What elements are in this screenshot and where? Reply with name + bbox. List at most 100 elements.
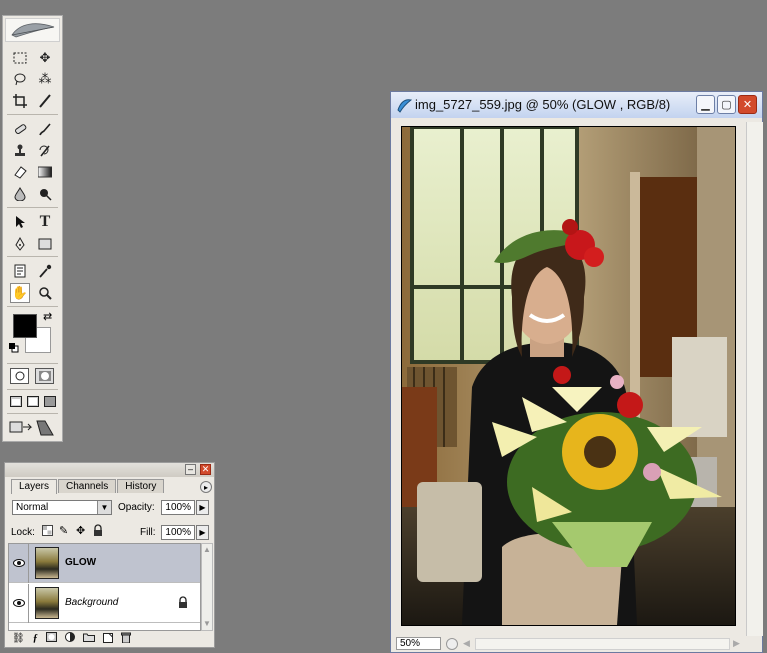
- dodge-icon[interactable]: [35, 184, 55, 204]
- foreground-color-swatch[interactable]: [13, 314, 37, 338]
- crop-icon[interactable]: [10, 91, 30, 111]
- opacity-field[interactable]: 100%: [161, 500, 195, 515]
- tab-history[interactable]: History: [117, 479, 165, 493]
- toolbox-divider: [7, 389, 58, 390]
- layer-divider: [28, 584, 29, 623]
- slice-icon[interactable]: [35, 91, 55, 111]
- clone-stamp-icon[interactable]: [10, 141, 30, 161]
- opacity-label: Opacity:: [118, 502, 155, 513]
- scroll-down-icon[interactable]: ▼: [203, 619, 211, 629]
- palette-menu-icon[interactable]: ▸: [200, 481, 212, 493]
- document-window: img_5727_559.jpg @ 50% (GLOW , RGB/8) ▁ …: [390, 91, 763, 653]
- standard-mode-icon[interactable]: [10, 368, 29, 384]
- shape-icon[interactable]: [35, 234, 55, 254]
- move-icon[interactable]: ✥: [35, 48, 55, 68]
- blur-icon[interactable]: [10, 184, 30, 204]
- delete-layer-icon[interactable]: [120, 632, 131, 646]
- zoom-icon[interactable]: [35, 283, 55, 303]
- marquee-icon[interactable]: [10, 48, 30, 68]
- magic-wand-icon[interactable]: ⁂: [35, 69, 55, 89]
- status-menu-icon[interactable]: [446, 638, 458, 650]
- minimize-palette-icon[interactable]: –: [185, 464, 196, 475]
- screen-mode-full-icon[interactable]: [44, 396, 56, 409]
- lock-position-icon[interactable]: ✥: [76, 524, 85, 537]
- layer-thumbnail: [35, 587, 59, 619]
- layer-thumbnail: [35, 547, 59, 579]
- lock-image-icon[interactable]: ✎: [59, 524, 68, 537]
- gradient-icon[interactable]: [35, 162, 55, 182]
- quick-mask-mode-icon[interactable]: [35, 368, 54, 384]
- fill-label: Fill:: [140, 527, 156, 538]
- type-tool-icon[interactable]: T: [35, 212, 55, 232]
- layers-bottom-bar: ⛓ ƒ: [8, 631, 215, 646]
- scroll-right-icon[interactable]: ▶: [733, 638, 745, 650]
- history-brush-icon[interactable]: [35, 141, 55, 161]
- path-selection-icon[interactable]: [10, 212, 30, 232]
- toolbox-divider: [7, 114, 58, 115]
- layer-row-background[interactable]: Background: [9, 584, 200, 623]
- default-colors-icon[interactable]: [9, 343, 19, 355]
- layer-list: GLOW Background: [8, 543, 201, 631]
- document-title: img_5727_559.jpg @ 50% (GLOW , RGB/8): [415, 97, 671, 112]
- maximize-button[interactable]: ▢: [717, 95, 736, 114]
- eraser-icon[interactable]: [10, 162, 30, 182]
- toolbox-divider: [7, 306, 58, 307]
- layer-name-glow[interactable]: GLOW: [65, 557, 96, 568]
- link-layers-icon[interactable]: ⛓: [12, 633, 25, 644]
- photoshop-document-icon: [396, 97, 413, 116]
- scroll-up-icon[interactable]: ▲: [203, 545, 211, 555]
- eyedropper-icon[interactable]: [35, 261, 55, 281]
- eye-icon[interactable]: [12, 596, 26, 610]
- close-palette-icon[interactable]: ✕: [200, 464, 211, 475]
- tab-layers[interactable]: Layers: [11, 479, 58, 494]
- fill-slider-button[interactable]: ▶: [196, 525, 209, 540]
- screen-mode-full-menu-icon[interactable]: [27, 396, 39, 409]
- opacity-slider-button[interactable]: ▶: [196, 500, 209, 515]
- layer-divider: [28, 544, 29, 583]
- brush-icon[interactable]: [35, 119, 55, 139]
- blend-mode-value: Normal: [16, 502, 49, 513]
- close-button[interactable]: ✕: [738, 95, 757, 114]
- photoshop-feather-logo[interactable]: [5, 18, 60, 42]
- jump-to-imageready-icon[interactable]: [9, 419, 55, 439]
- document-titlebar[interactable]: img_5727_559.jpg @ 50% (GLOW , RGB/8) ▁ …: [391, 92, 762, 118]
- lock-icon: [178, 596, 188, 611]
- new-group-icon[interactable]: [82, 632, 95, 645]
- adjustment-layer-icon[interactable]: [64, 632, 75, 645]
- palette-tabs: Layers Channels History: [11, 479, 165, 494]
- healing-brush-icon[interactable]: [10, 119, 30, 139]
- lock-label: Lock:: [11, 527, 35, 538]
- toolbox-divider: [7, 207, 58, 208]
- swap-colors-icon[interactable]: ⇄: [43, 310, 52, 323]
- lasso-icon[interactable]: [10, 69, 30, 89]
- lock-all-icon[interactable]: [93, 524, 103, 538]
- chevron-down-icon: ▼: [97, 501, 111, 514]
- zoom-field[interactable]: 50%: [396, 637, 441, 650]
- eye-icon[interactable]: [12, 556, 26, 570]
- layer-name-background[interactable]: Background: [65, 597, 118, 608]
- blend-mode-select[interactable]: Normal ▼: [12, 500, 112, 515]
- hand-icon[interactable]: ✋: [10, 283, 30, 303]
- tab-channels[interactable]: Channels: [58, 479, 117, 493]
- layer-row-glow[interactable]: GLOW: [9, 544, 200, 583]
- pen-icon[interactable]: [10, 234, 30, 254]
- toolbox-divider: [7, 256, 58, 257]
- fill-field[interactable]: 100%: [161, 525, 195, 540]
- minimize-button[interactable]: ▁: [696, 95, 715, 114]
- new-layer-icon[interactable]: [102, 632, 113, 646]
- scroll-left-icon[interactable]: ◀: [463, 638, 475, 650]
- lock-transparency-icon[interactable]: [42, 525, 53, 538]
- toolbox-divider: [7, 363, 58, 364]
- layer-style-icon[interactable]: ƒ: [33, 633, 38, 644]
- layer-list-scrollbar[interactable]: ▲ ▼: [201, 543, 213, 631]
- add-mask-icon[interactable]: [45, 632, 57, 645]
- notes-icon[interactable]: [10, 261, 30, 281]
- image-canvas[interactable]: [401, 126, 736, 626]
- screen-mode-standard-icon[interactable]: [10, 396, 22, 409]
- toolbox-divider: [7, 413, 58, 414]
- toolbox-palette: ✥ ⁂ T ✋ ⇄: [2, 15, 63, 442]
- palette-titlebar[interactable]: – ✕: [5, 463, 214, 477]
- document-horizontal-scrollbar[interactable]: [475, 638, 730, 650]
- layers-palette: – ✕ Layers Channels History ▸ Normal ▼ O…: [4, 462, 215, 648]
- document-vertical-scrollbar[interactable]: [746, 122, 763, 636]
